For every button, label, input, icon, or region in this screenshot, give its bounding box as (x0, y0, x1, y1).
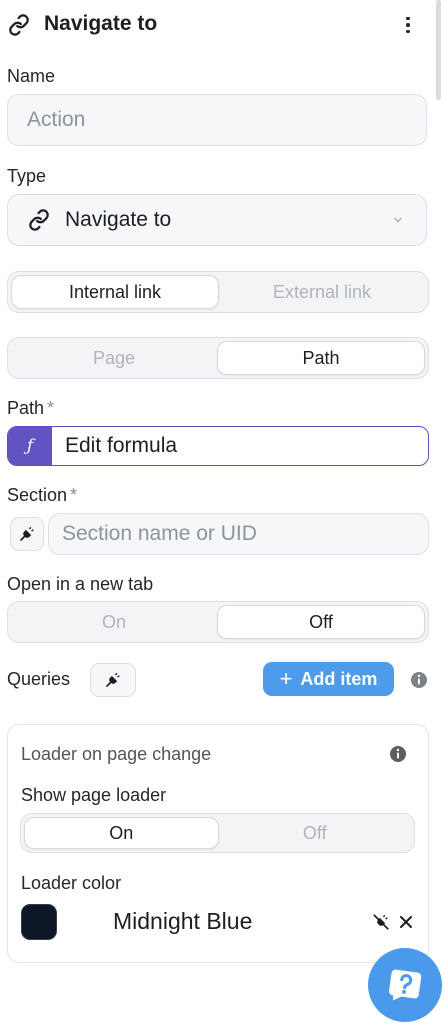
path-formula-field[interactable]: ƒ Edit formula (7, 426, 429, 466)
type-select[interactable]: Navigate to (7, 194, 427, 246)
target-type-toggle: Page Path (7, 337, 429, 379)
link-icon (29, 209, 49, 231)
path-label: Path * (7, 398, 54, 419)
plus-icon: + (279, 666, 293, 691)
name-input[interactable] (8, 95, 426, 145)
help-chat-button[interactable] (368, 948, 442, 1022)
loader-on-option[interactable]: On (24, 817, 219, 849)
link-type-toggle: Internal link External link (7, 271, 429, 313)
panel-title: Navigate to (44, 12, 158, 35)
loader-off-option[interactable]: Off (219, 817, 412, 849)
plug-button[interactable] (90, 663, 136, 697)
section-label: Section * (7, 485, 77, 506)
new-tab-label: Open in a new tab (7, 574, 154, 594)
new-tab-on-option[interactable]: On (11, 605, 217, 639)
name-field-wrapper (7, 94, 427, 146)
queries-label: Queries (7, 669, 71, 689)
section-label-text: Section (7, 485, 68, 505)
section-input-wrapper (48, 513, 429, 555)
scrollbar[interactable] (436, 0, 441, 100)
name-label: Name (7, 66, 56, 86)
new-tab-off-option[interactable]: Off (217, 605, 425, 639)
new-tab-toggle: On Off (7, 601, 429, 643)
info-icon[interactable] (410, 671, 428, 689)
loader-title: Loader on page change (21, 744, 212, 764)
required-mark: * (70, 485, 78, 505)
loader-color-label: Loader color (21, 873, 122, 893)
color-name: Midnight Blue (113, 908, 253, 934)
path-option[interactable]: Path (217, 341, 425, 375)
plug-button[interactable] (10, 517, 44, 551)
type-label: Type (7, 166, 47, 186)
page-option[interactable]: Page (11, 341, 217, 375)
chevron-down-icon (394, 217, 402, 223)
close-icon[interactable] (399, 915, 413, 929)
path-label-text: Path (7, 398, 45, 418)
add-item-label: Add item (300, 668, 378, 689)
plug-icon (106, 672, 120, 687)
external-link-option[interactable]: External link (219, 275, 425, 309)
internal-link-option[interactable]: Internal link (11, 275, 219, 309)
section-input[interactable] (49, 514, 428, 554)
more-options-icon[interactable] (398, 12, 418, 38)
show-loader-label: Show page loader (21, 785, 167, 805)
plug-icon (20, 526, 34, 541)
add-item-button[interactable]: + Add item (263, 662, 394, 696)
show-loader-toggle: On Off (20, 813, 415, 853)
type-value: Navigate to (65, 208, 172, 231)
required-mark: * (47, 398, 55, 418)
color-swatch[interactable] (21, 904, 57, 940)
path-formula-text: Edit formula (65, 434, 178, 457)
info-icon[interactable] (389, 745, 407, 763)
unplug-icon[interactable] (372, 913, 390, 931)
formula-icon: ƒ (8, 427, 52, 465)
link-icon (9, 14, 29, 36)
help-chat-icon (389, 969, 422, 1001)
